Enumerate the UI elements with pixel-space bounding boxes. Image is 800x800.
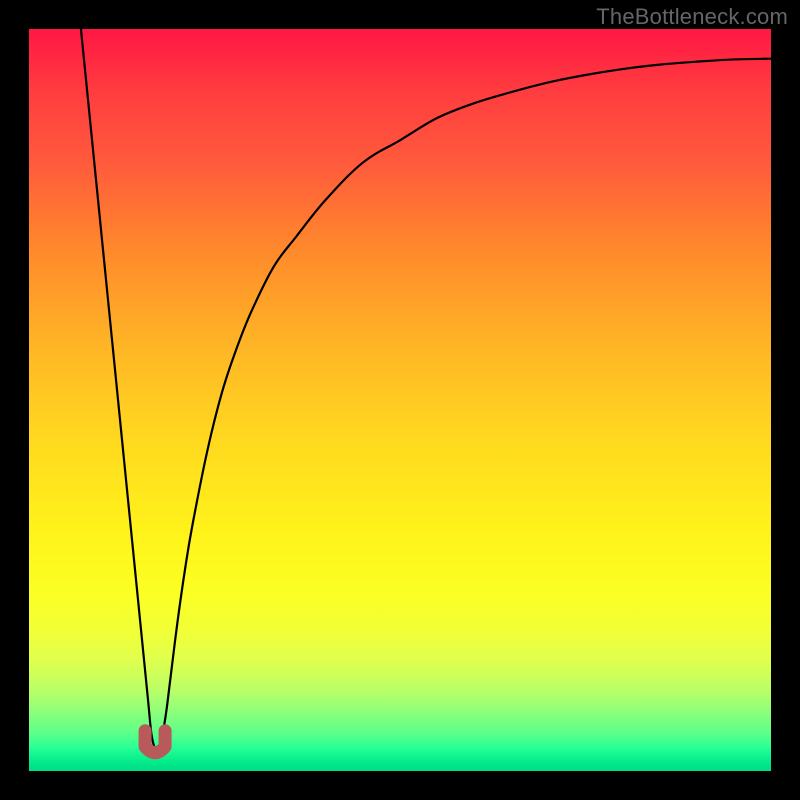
chart-plot-area (29, 29, 771, 771)
chart-frame: TheBottleneck.com (0, 0, 800, 800)
watermark-text: TheBottleneck.com (596, 4, 788, 30)
chart-svg (29, 29, 771, 771)
bottleneck-curve (81, 29, 771, 751)
optimum-thumb (145, 731, 165, 753)
